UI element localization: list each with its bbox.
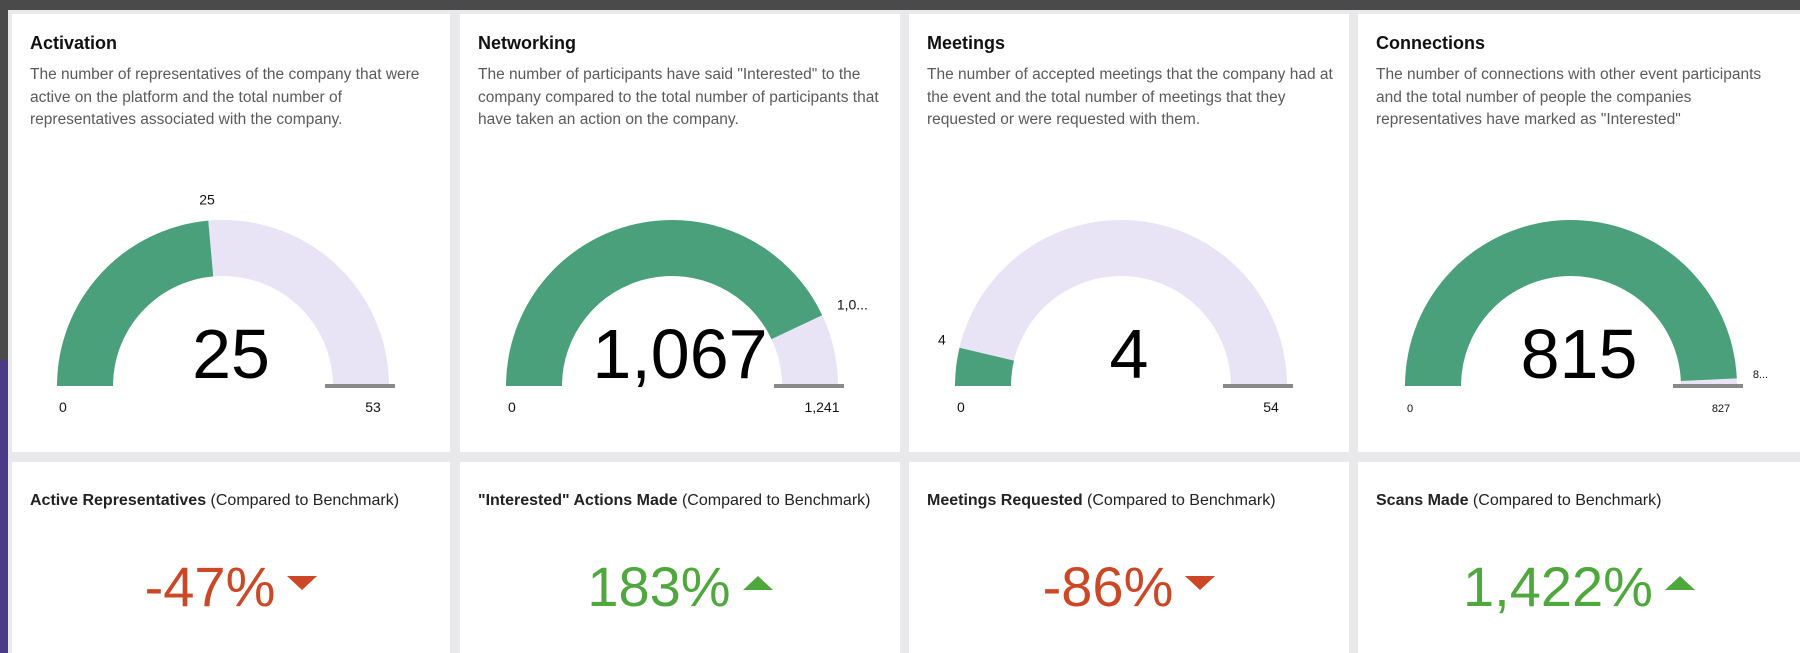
kpi-value-text: 1,422% <box>1463 555 1653 618</box>
kpi-title-bold: Meetings Requested <box>927 492 1083 509</box>
kpi-title-bold: "Interested" Actions Made <box>478 492 678 509</box>
kpi-value-text: -86% <box>1042 555 1174 618</box>
kpi-title: "Interested" Actions Made (Compared to B… <box>478 492 870 510</box>
gauge-value-label: 25 <box>199 192 215 208</box>
triangle-up-icon <box>742 576 773 591</box>
kpi-value: 183% <box>460 552 900 622</box>
kpi-title: Meetings Requested (Compared to Benchmar… <box>927 492 1276 510</box>
gauge-max-label: 54 <box>1263 399 1279 415</box>
gauge-panel-meetings: Meetings The number of accepted meetings… <box>909 14 1349 452</box>
gauge-value: 815 <box>1520 315 1638 393</box>
gauge-panel-connections: Connections The number of connections wi… <box>1358 14 1800 452</box>
kpi-panel-interested-actions: "Interested" Actions Made (Compared to B… <box>460 462 900 653</box>
gauge-value: 25 <box>192 315 270 393</box>
gauge-min-label: 0 <box>1407 403 1413 415</box>
gauge-max-label: 1,241 <box>804 399 839 415</box>
gauge-panel-networking: Networking The number of participants ha… <box>460 14 900 452</box>
gauge-value-label: 1,0... <box>837 296 868 312</box>
kpi-title-bold: Active Representatives <box>30 492 207 509</box>
kpi-panel-scans-made: Scans Made (Compared to Benchmark) 1,422… <box>1358 462 1800 653</box>
gauge-min-label: 0 <box>957 399 965 415</box>
kpi-title-rest: (Compared to Benchmark) <box>1468 492 1662 509</box>
kpi-title: Scans Made (Compared to Benchmark) <box>1376 492 1661 510</box>
side-strip <box>0 360 8 653</box>
gauge-min-label: 0 <box>59 399 67 415</box>
gauge-value: 4 <box>1109 315 1149 393</box>
gauge-panel-activation: Activation The number of representatives… <box>12 14 450 452</box>
gauge-max-label: 53 <box>365 399 381 415</box>
kpi-title-bold: Scans Made <box>1376 492 1469 509</box>
kpi-value: -47% <box>12 552 450 622</box>
kpi-title: Active Representatives (Compared to Benc… <box>30 492 399 510</box>
kpi-title-rest: (Compared to Benchmark) <box>1082 492 1276 509</box>
triangle-down-icon <box>1185 576 1216 591</box>
kpi-title-rest: (Compared to Benchmark) <box>206 492 400 509</box>
kpi-value: -86% <box>909 552 1349 622</box>
triangle-down-icon <box>287 576 318 591</box>
dashboard: Activation The number of representatives… <box>8 10 1800 653</box>
kpi-value-text: -47% <box>144 555 276 618</box>
triangle-up-icon <box>1664 576 1695 591</box>
kpi-title-rest: (Compared to Benchmark) <box>677 492 871 509</box>
kpi-value-text: 183% <box>587 555 731 618</box>
kpi-panel-meetings-requested: Meetings Requested (Compared to Benchmar… <box>909 462 1349 653</box>
gauge-max-label: 827 <box>1712 403 1730 415</box>
gauge-min-label: 0 <box>508 399 516 415</box>
kpi-value: 1,422% <box>1358 552 1800 622</box>
kpi-panel-active-representatives: Active Representatives (Compared to Benc… <box>12 462 450 653</box>
gauge-value: 1,067 <box>592 315 768 393</box>
